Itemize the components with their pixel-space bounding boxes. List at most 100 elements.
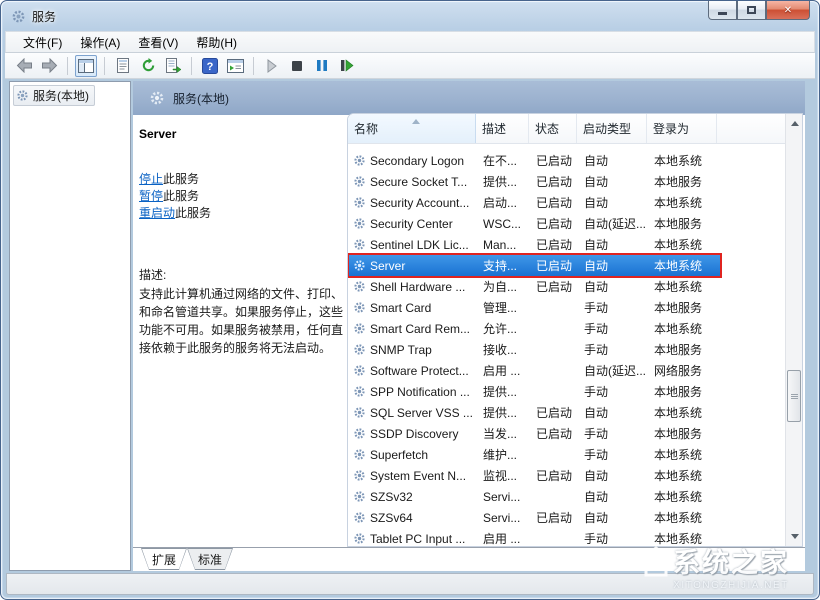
table-row[interactable]: Sentinel LDK Lic... Man... 已启动 自动 本地系统 <box>349 234 720 255</box>
services-listview: 名称 描述 状态 启动类型 登录为 Secondary Logon 在不... … <box>347 113 803 547</box>
table-row[interactable]: SZSv64 Servi... 已启动 自动 本地系统 <box>349 507 720 528</box>
service-name-cell: Security Account... <box>349 196 477 210</box>
service-name-cell: Smart Card <box>349 301 477 315</box>
table-row[interactable]: SPP Notification ... 提供... 手动 本地服务 <box>349 381 720 402</box>
table-row[interactable]: Security Account... 启动... 已启动 自动 本地系统 <box>349 192 720 213</box>
gear-icon <box>353 217 366 230</box>
service-status-cell: 已启动 <box>530 257 578 274</box>
table-row[interactable]: Smart Card Rem... 允许... 手动 本地系统 <box>349 318 720 339</box>
services-gear-icon <box>11 9 26 24</box>
sort-ascending-icon <box>412 119 420 124</box>
service-startup-type-cell: 自动 <box>578 173 648 190</box>
service-status-cell: 已启动 <box>530 215 578 232</box>
service-description-cell: 启用 ... <box>477 530 530 547</box>
table-row[interactable]: SSDP Discovery 当发... 已启动 手动 本地服务 <box>349 423 720 444</box>
table-row[interactable]: Tablet PC Input ... 启用 ... 手动 本地系统 <box>349 528 720 547</box>
service-startup-type-cell: 手动 <box>578 425 648 442</box>
toolbar-separator <box>253 57 254 75</box>
stop-service-link-row: 停止此服务 <box>139 171 347 188</box>
service-logon-cell: 本地系统 <box>648 194 718 211</box>
restart-service-link[interactable]: 重启动 <box>139 206 175 220</box>
scroll-down-button[interactable] <box>788 530 801 543</box>
service-logon-cell: 本地服务 <box>648 299 718 316</box>
menu-view[interactable]: 查看(V) <box>129 32 187 53</box>
column-label: 描述 <box>482 120 506 137</box>
start-service-button[interactable] <box>261 55 283 77</box>
services-panel: 服务(本地) Server 停止此服务 暂停此服务 重启动此服务 描述: 支持此… <box>133 81 805 571</box>
vertical-scrollbar[interactable] <box>785 114 802 546</box>
service-logon-cell: 本地服务 <box>648 383 718 400</box>
toolbar-separator <box>67 57 68 75</box>
service-startup-type-cell: 自动 <box>578 257 648 274</box>
column-header-name[interactable]: 名称 <box>348 114 476 143</box>
properties-button[interactable] <box>112 55 134 77</box>
table-row[interactable]: Secondary Logon 在不... 已启动 自动 本地系统 <box>349 150 720 171</box>
service-name-cell: Secure Socket T... <box>349 175 477 189</box>
tab-extended[interactable]: 扩展 <box>141 548 187 570</box>
close-button[interactable]: ✕ <box>766 1 810 20</box>
thumb-grip <box>791 396 798 397</box>
scroll-up-button[interactable] <box>788 117 801 130</box>
service-name: Tablet PC Input ... <box>370 532 465 546</box>
pause-service-link-row: 暂停此服务 <box>139 188 347 205</box>
table-row[interactable]: Software Protect... 启用 ... 自动(延迟... 网络服务 <box>349 360 720 381</box>
table-row[interactable]: Security Center WSC... 已启动 自动(延迟... 本地服务 <box>349 213 720 234</box>
service-startup-type-cell: 自动 <box>578 404 648 421</box>
pause-service-button[interactable] <box>311 55 333 77</box>
table-row[interactable]: System Event N... 监视... 已启动 自动 本地系统 <box>349 465 720 486</box>
tree-item-services-local[interactable]: 服务(本地) <box>13 85 95 106</box>
service-name-cell: Security Center <box>349 217 477 231</box>
stop-service-button[interactable] <box>286 55 308 77</box>
restart-service-button[interactable] <box>336 55 358 77</box>
help-button[interactable]: ? <box>199 55 221 77</box>
column-header-description[interactable]: 描述 <box>476 114 529 143</box>
console-tree-panel: 服务(本地) <box>9 81 131 571</box>
table-row[interactable]: SZSv32 Servi... 自动 本地系统 <box>349 486 720 507</box>
title-bar[interactable]: 服务 ✕ <box>1 1 819 31</box>
service-status-cell: 已启动 <box>530 152 578 169</box>
extended-view-button[interactable] <box>224 55 246 77</box>
menu-file[interactable]: 文件(F) <box>14 32 71 53</box>
stop-service-link[interactable]: 停止 <box>139 172 163 186</box>
show-console-tree-button[interactable] <box>75 55 97 77</box>
scrollbar-thumb[interactable] <box>787 370 801 422</box>
service-name: Software Protect... <box>370 364 469 378</box>
service-name: Secondary Logon <box>370 154 464 168</box>
table-row[interactable]: SNMP Trap 接收... 手动 本地服务 <box>349 339 720 360</box>
gear-icon <box>353 469 366 482</box>
service-name-cell: Server <box>349 259 477 273</box>
table-row[interactable]: Superfetch 维护... 手动 本地系统 <box>349 444 720 465</box>
service-startup-type-cell: 自动 <box>578 152 648 169</box>
forward-icon <box>41 58 58 73</box>
service-status-cell: 已启动 <box>530 467 578 484</box>
service-startup-type-cell: 手动 <box>578 530 648 547</box>
table-row[interactable]: Shell Hardware ... 为自... 已启动 自动 本地系统 <box>349 276 720 297</box>
export-list-button[interactable] <box>162 55 184 77</box>
menu-action[interactable]: 操作(A) <box>71 32 129 53</box>
menu-help[interactable]: 帮助(H) <box>187 32 246 53</box>
service-name: SZSv64 <box>370 511 413 525</box>
refresh-button[interactable] <box>137 55 159 77</box>
table-row[interactable]: Server 支持... 已启动 自动 本地系统 <box>349 255 720 276</box>
column-header-startup-type[interactable]: 启动类型 <box>577 114 647 143</box>
service-name: System Event N... <box>370 469 466 483</box>
forward-button[interactable] <box>38 55 60 77</box>
maximize-button[interactable] <box>737 1 766 20</box>
table-row[interactable]: Secure Socket T... 提供... 已启动 自动 本地服务 <box>349 171 720 192</box>
back-button[interactable] <box>13 55 35 77</box>
service-logon-cell: 本地服务 <box>648 425 718 442</box>
tab-standard[interactable]: 标准 <box>187 548 233 570</box>
services-window: 服务 ✕ 文件(F) 操作(A) 查看(V) 帮助(H) <box>0 0 820 600</box>
service-description-cell: 监视... <box>477 467 530 484</box>
service-description-cell: 在不... <box>477 152 530 169</box>
service-name: SQL Server VSS ... <box>370 406 473 420</box>
service-logon-cell: 本地系统 <box>648 152 718 169</box>
pause-service-link[interactable]: 暂停 <box>139 189 163 203</box>
table-row[interactable]: Smart Card 管理... 手动 本地服务 <box>349 297 720 318</box>
minimize-button[interactable] <box>708 1 737 20</box>
column-header-status[interactable]: 状态 <box>529 114 577 143</box>
column-header-logon-as[interactable]: 登录为 <box>647 114 717 143</box>
service-startup-type-cell: 自动 <box>578 194 648 211</box>
service-name: Sentinel LDK Lic... <box>370 238 469 252</box>
table-row[interactable]: SQL Server VSS ... 提供... 已启动 自动 本地系统 <box>349 402 720 423</box>
